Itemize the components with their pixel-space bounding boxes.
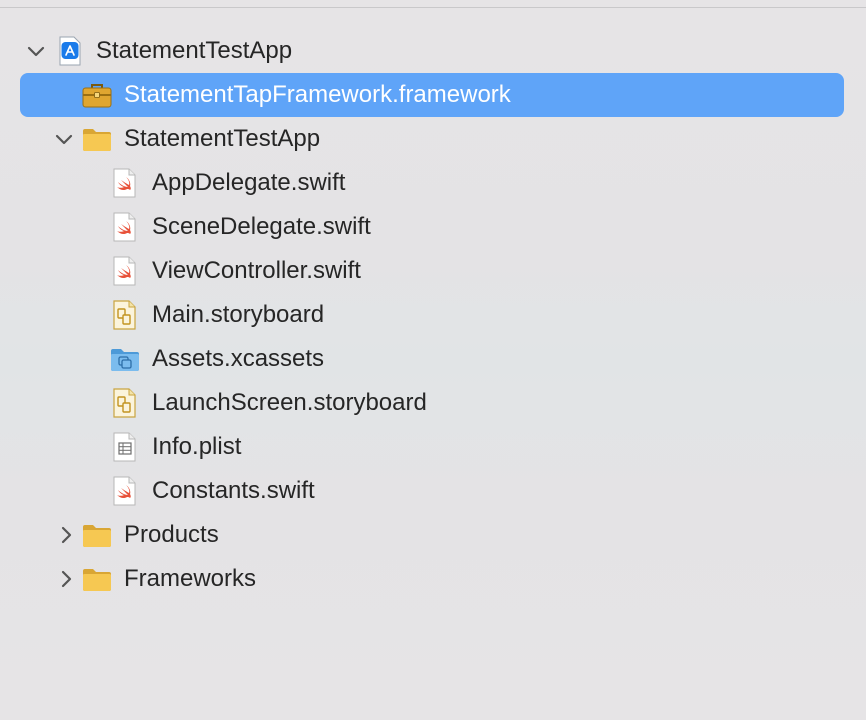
navigator-row-label: ViewController.swift (152, 257, 361, 284)
navigator-row-label: Constants.swift (152, 477, 315, 504)
navigator-row-assets[interactable]: Assets.xcassets (20, 337, 844, 381)
chevron-down-icon[interactable] (54, 129, 74, 149)
chevron-down-icon[interactable] (26, 41, 46, 61)
navigator-row-framework[interactable]: StatementTapFramework.framework (20, 73, 844, 117)
navigator-row-label: AppDelegate.swift (152, 169, 346, 196)
navigator-row-project[interactable]: StatementTestApp (20, 29, 844, 73)
navigator-row-label: StatementTestApp (124, 125, 321, 152)
navigator-row-scenedelegate[interactable]: SceneDelegate.swift (20, 205, 844, 249)
swift-file-icon (113, 168, 136, 198)
navigator-row-label: SceneDelegate.swift (152, 213, 371, 240)
storyboard-file-icon (113, 300, 136, 330)
navigator-row-label: Info.plist (152, 433, 242, 460)
framework-toolbox-icon (82, 84, 112, 108)
navigator-row-group-frameworks[interactable]: Frameworks (20, 557, 844, 601)
navigator-row-label: Assets.xcassets (152, 345, 325, 372)
navigator-row-label: Main.storyboard (152, 301, 325, 328)
navigator-row-label: Products (124, 521, 219, 548)
navigator-row-label: StatementTapFramework.framework (124, 81, 511, 108)
navigator-row-group-app[interactable]: StatementTestApp (20, 117, 844, 161)
navigator-row-label: LaunchScreen.storyboard (152, 389, 427, 416)
navigator-row-infoplist[interactable]: Info.plist (20, 425, 844, 469)
swift-file-icon (113, 256, 136, 286)
app-project-icon (59, 36, 81, 66)
plist-file-icon (113, 432, 136, 462)
navigator-row-label: StatementTestApp (96, 37, 293, 64)
navigator-row-mainstoryboard[interactable]: Main.storyboard (20, 293, 844, 337)
navigator-row-viewcontroller[interactable]: ViewController.swift (20, 249, 844, 293)
folder-icon (83, 525, 111, 547)
swift-file-icon (113, 212, 136, 242)
swift-file-icon (113, 476, 136, 506)
folder-icon (83, 569, 111, 591)
folder-icon (83, 129, 111, 151)
navigator-row-label: Frameworks (124, 565, 257, 592)
project-navigator[interactable]: StatementTestApp StatementTapFramework.f… (0, 0, 866, 720)
navigator-row-appdelegate[interactable]: AppDelegate.swift (20, 161, 844, 205)
chevron-right-icon[interactable] (56, 525, 76, 545)
navigator-row-constants[interactable]: Constants.swift (20, 469, 844, 513)
navigator-row-launchscreen[interactable]: LaunchScreen.storyboard (20, 381, 844, 425)
navigator-row-group-products[interactable]: Products (20, 513, 844, 557)
storyboard-file-icon (113, 388, 136, 418)
chevron-right-icon[interactable] (56, 569, 76, 589)
asset-catalog-icon (111, 349, 139, 371)
